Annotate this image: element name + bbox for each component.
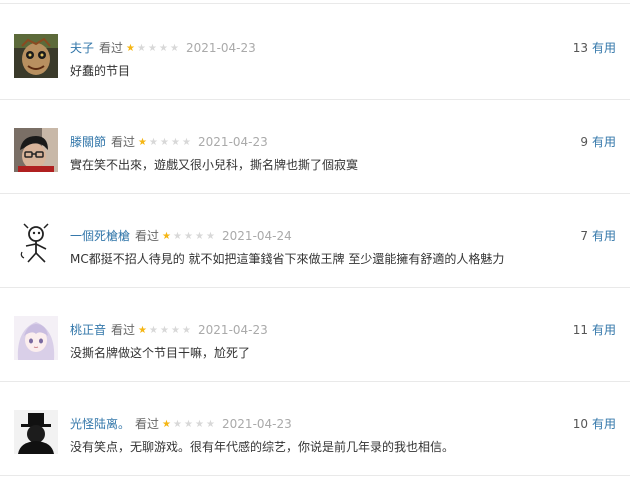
vote-count: 9	[580, 135, 588, 149]
vote-area: 9 有用	[580, 134, 616, 150]
star-empty-icon: ★	[195, 230, 205, 242]
vote-count: 10	[572, 417, 588, 431]
star-empty-icon: ★	[160, 136, 170, 148]
star-empty-icon: ★	[159, 42, 169, 54]
comment-text: 没撕名牌做这个节目干嘛，尬死了	[70, 346, 251, 360]
star-filled-icon: ★	[138, 136, 148, 148]
star-empty-icon: ★	[206, 230, 216, 242]
star-empty-icon: ★	[173, 418, 183, 430]
vote-count: 7	[580, 229, 588, 243]
comment-date: 2021-04-23	[186, 41, 256, 55]
comment-text: 實在笑不出來，遊戲又很小兒科，撕名牌也撕了個寂寞	[70, 158, 359, 172]
vote-area: 11 有用	[573, 322, 616, 338]
useful-vote-button[interactable]: 有用	[592, 229, 616, 243]
star-empty-icon: ★	[148, 42, 158, 54]
author-link[interactable]: 光怪陆离。	[70, 416, 130, 432]
star-empty-icon: ★	[149, 324, 159, 336]
divider	[0, 3, 630, 4]
comment-item: 光怪陆离。 看过 ★ ★ ★ ★ ★ 2021-04-23 10 有用 没有笑点，…	[0, 410, 640, 470]
useful-vote-button[interactable]: 有用	[592, 417, 616, 431]
star-filled-icon: ★	[162, 230, 172, 242]
vote-count: 11	[572, 323, 588, 337]
watch-status: 看过	[111, 135, 136, 149]
vote-area: 10 有用	[573, 416, 616, 432]
comment-meta: 桃正音 看过 ★ ★ ★ ★ ★ 2021-04-23	[70, 322, 268, 338]
star-empty-icon: ★	[160, 324, 170, 336]
avatar-person-glasses-icon[interactable]	[14, 128, 58, 172]
useful-vote-button[interactable]: 有用	[592, 41, 616, 55]
comment-meta: 滕關節 看过 ★ ★ ★ ★ ★ 2021-04-23	[70, 134, 268, 150]
comment-item: 夫子 看过 ★ ★ ★ ★ ★ 2021-04-23 13 有用 好蠢的节目	[0, 34, 640, 94]
avatar-doodle-figure-icon[interactable]	[14, 222, 58, 266]
useful-vote-button[interactable]: 有用	[592, 135, 616, 149]
star-empty-icon: ★	[170, 42, 180, 54]
author-link[interactable]: 桃正音	[70, 322, 106, 338]
divider	[0, 475, 630, 476]
watch-status: 看过	[111, 323, 136, 337]
avatar-hat-silhouette-icon[interactable]	[14, 410, 58, 454]
star-empty-icon: ★	[206, 418, 216, 430]
comment-item: 一個死槍槍 看过 ★ ★ ★ ★ ★ 2021-04-24 7 有用 MC都挺不招…	[0, 222, 640, 282]
comment-meta: 光怪陆离。 看过 ★ ★ ★ ★ ★ 2021-04-23	[70, 416, 292, 432]
comment-text: 好蠢的节目	[70, 64, 131, 78]
watch-status: 看过	[135, 417, 160, 431]
star-empty-icon: ★	[182, 324, 192, 336]
comment-item: 桃正音 看过 ★ ★ ★ ★ ★ 2021-04-23 11 有用 没撕名牌做这个…	[0, 316, 640, 376]
useful-vote-button[interactable]: 有用	[592, 323, 616, 337]
comment-text: 没有笑点，无聊游戏。很有年代感的综艺，你说是前几年录的我也相信。	[70, 440, 455, 454]
star-filled-icon: ★	[126, 42, 136, 54]
star-empty-icon: ★	[173, 230, 183, 242]
avatar-masked-face-icon[interactable]	[14, 34, 58, 78]
divider	[0, 99, 630, 100]
comment-date: 2021-04-24	[222, 229, 292, 243]
comment-meta: 一個死槍槍 看过 ★ ★ ★ ★ ★ 2021-04-24	[70, 228, 292, 244]
comment-meta: 夫子 看过 ★ ★ ★ ★ ★ 2021-04-23	[70, 40, 256, 56]
star-empty-icon: ★	[182, 136, 192, 148]
star-filled-icon: ★	[138, 324, 148, 336]
star-empty-icon: ★	[184, 418, 194, 430]
divider	[0, 287, 630, 288]
comment-list: 夫子 看过 ★ ★ ★ ★ ★ 2021-04-23 13 有用 好蠢的节目 滕…	[0, 0, 640, 478]
vote-area: 7 有用	[580, 228, 616, 244]
star-empty-icon: ★	[171, 324, 181, 336]
watch-status: 看过	[99, 41, 124, 55]
star-empty-icon: ★	[195, 418, 205, 430]
divider	[0, 381, 630, 382]
avatar-anime-girl-icon[interactable]	[14, 316, 58, 360]
rating-stars: ★ ★ ★ ★ ★	[125, 43, 180, 54]
rating-stars: ★ ★ ★ ★ ★	[137, 137, 192, 148]
author-link[interactable]: 一個死槍槍	[70, 228, 130, 244]
comment-date: 2021-04-23	[198, 323, 268, 337]
author-link[interactable]: 夫子	[70, 40, 94, 56]
comment-date: 2021-04-23	[198, 135, 268, 149]
rating-stars: ★ ★ ★ ★ ★	[137, 325, 192, 336]
vote-count: 13	[572, 41, 588, 55]
star-filled-icon: ★	[162, 418, 172, 430]
author-link[interactable]: 滕關節	[70, 134, 106, 150]
rating-stars: ★ ★ ★ ★ ★	[161, 419, 216, 430]
star-empty-icon: ★	[137, 42, 147, 54]
comment-item: 滕關節 看过 ★ ★ ★ ★ ★ 2021-04-23 9 有用 實在笑不出來，遊…	[0, 128, 640, 188]
vote-area: 13 有用	[573, 40, 616, 56]
watch-status: 看过	[135, 229, 160, 243]
divider	[0, 193, 630, 194]
star-empty-icon: ★	[184, 230, 194, 242]
star-empty-icon: ★	[171, 136, 181, 148]
rating-stars: ★ ★ ★ ★ ★	[161, 231, 216, 242]
star-empty-icon: ★	[149, 136, 159, 148]
comment-date: 2021-04-23	[222, 417, 292, 431]
comment-text: MC都挺不招人待見的 就不如把這筆錢省下來做王牌 至少還能擁有舒適的人格魅力	[70, 252, 505, 266]
